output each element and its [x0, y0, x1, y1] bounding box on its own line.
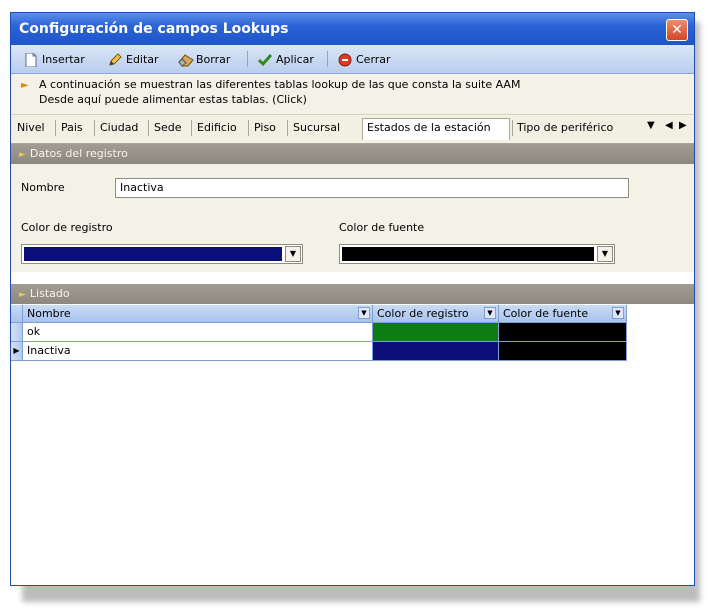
column-header-color-registro[interactable]: Color de registro ▼	[373, 305, 499, 323]
checkmark-icon	[257, 53, 273, 67]
record-color-label: Color de registro	[21, 221, 113, 234]
tab-separator	[94, 120, 95, 136]
chevron-down-icon[interactable]: ▼	[285, 246, 301, 262]
record-group-header[interactable]: ► Datos del registro	[11, 144, 694, 164]
column-header-label: Nombre	[27, 307, 71, 320]
tab-sede[interactable]: Sede	[154, 121, 182, 134]
info-line-1: A continuación se muestran las diferente…	[39, 78, 521, 91]
tab-separator	[55, 120, 56, 136]
delete-button[interactable]: Borrar	[173, 49, 235, 71]
record-color-swatch	[24, 247, 282, 261]
column-header-label: Color de fuente	[503, 307, 589, 320]
tab-nivel[interactable]: Nivel	[17, 121, 45, 134]
close-button[interactable]: Cerrar	[333, 49, 396, 71]
pencil-icon	[108, 53, 122, 67]
table-row-record-color[interactable]	[373, 323, 499, 342]
tab-list-dropdown-icon[interactable]: ▼	[647, 120, 655, 131]
filter-dropdown-icon[interactable]: ▼	[358, 307, 370, 319]
chevron-down-icon[interactable]: ▼	[597, 246, 613, 262]
lookups-window: Configuración de campos Lookups ✕ Insert…	[10, 12, 695, 586]
close-window-button[interactable]: ✕	[666, 19, 688, 41]
record-form: Nombre Inactiva Color de registro ▼ Colo…	[11, 164, 694, 272]
column-header-color-fuente[interactable]: Color de fuente ▼	[499, 305, 627, 323]
column-header-nombre[interactable]: Nombre ▼	[23, 305, 373, 323]
table-row-name[interactable]: ok	[23, 323, 373, 342]
close-label: Cerrar	[356, 53, 391, 66]
tab-edificio[interactable]: Edificio	[197, 121, 237, 134]
name-field[interactable]: Inactiva	[115, 178, 629, 198]
apply-button[interactable]: Aplicar	[253, 49, 319, 71]
tab-estados-de-la-estacion[interactable]: Estados de la estación	[367, 121, 491, 134]
tab-ciudad[interactable]: Ciudad	[100, 121, 138, 134]
toolbar-separator	[247, 51, 248, 67]
expand-arrow-icon: ►	[19, 290, 26, 300]
tab-piso[interactable]: Piso	[254, 121, 276, 134]
tab-tipo-de-periferico[interactable]: Tipo de periférico	[517, 121, 613, 134]
tab-separator	[512, 120, 513, 136]
list-group-header[interactable]: ► Listado	[11, 284, 694, 304]
table-row-name[interactable]: Inactiva	[23, 342, 373, 361]
apply-label: Aplicar	[276, 53, 314, 66]
arrow-right-icon: ►	[21, 80, 29, 91]
edit-label: Editar	[126, 53, 159, 66]
tab-strip: Nivel Pais Ciudad Sede Edificio Piso Suc…	[11, 115, 694, 144]
expand-arrow-icon: ►	[19, 150, 26, 160]
eraser-icon	[178, 53, 194, 67]
tab-sucursal[interactable]: Sucursal	[293, 121, 340, 134]
title-bar[interactable]: Configuración de campos Lookups ✕	[11, 13, 694, 45]
record-group-title: Datos del registro	[29, 147, 128, 160]
tab-scroll-right-icon[interactable]: ▶	[679, 120, 687, 131]
delete-label: Borrar	[196, 53, 231, 66]
document-icon	[24, 52, 38, 68]
list-group-title: Listado	[29, 287, 70, 300]
tab-pais[interactable]: Pais	[61, 121, 83, 134]
table-row-font-color[interactable]	[499, 342, 627, 361]
stop-icon	[338, 53, 352, 67]
table-row-record-color[interactable]	[373, 342, 499, 361]
name-label: Nombre	[21, 181, 65, 194]
tab-scroll-left-icon[interactable]: ◀	[665, 120, 673, 131]
window-title: Configuración de campos Lookups	[19, 21, 289, 37]
tab-separator	[248, 120, 249, 136]
tab-separator	[148, 120, 149, 136]
insert-label: Insertar	[42, 53, 85, 66]
filter-dropdown-icon[interactable]: ▼	[612, 307, 624, 319]
column-header-label: Color de registro	[377, 307, 469, 320]
toolbar-separator	[327, 51, 328, 67]
tab-separator	[287, 120, 288, 136]
font-color-picker[interactable]: ▼	[339, 244, 615, 264]
grid-corner-header	[11, 305, 23, 323]
tab-separator	[191, 120, 192, 136]
row-header-current[interactable]: ▶	[11, 342, 23, 361]
info-line-2: Desde aquí puede alimentar estas tablas.…	[39, 93, 307, 106]
insert-button[interactable]: Insertar	[19, 49, 90, 71]
record-color-picker[interactable]: ▼	[21, 244, 303, 264]
table-row-font-color[interactable]	[499, 323, 627, 342]
font-color-label: Color de fuente	[339, 221, 425, 234]
edit-button[interactable]: Editar	[103, 49, 164, 71]
font-color-swatch	[342, 247, 594, 261]
row-header[interactable]	[11, 323, 23, 342]
lookup-grid: Nombre ▼ Color de registro ▼ Color de fu…	[11, 305, 694, 582]
toolbar: Insertar Editar Borrar Aplicar Cerrar	[11, 45, 694, 74]
info-panel[interactable]: ► A continuación se muestran las diferen…	[11, 74, 694, 115]
filter-dropdown-icon[interactable]: ▼	[484, 307, 496, 319]
